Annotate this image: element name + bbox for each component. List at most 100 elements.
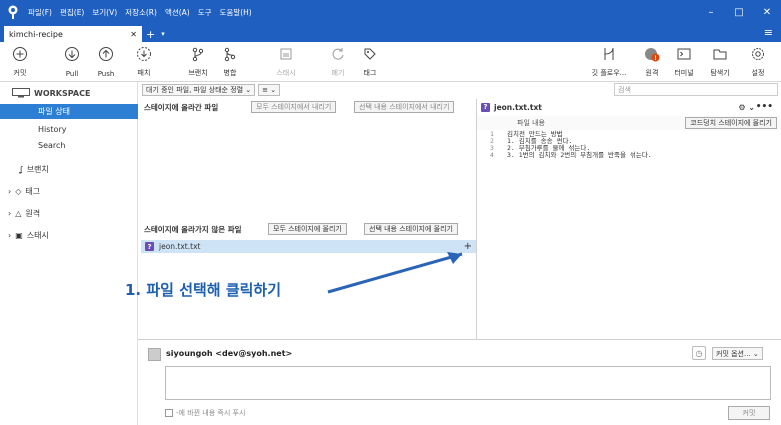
merge-icon — [224, 47, 236, 62]
unstage-all-button[interactable]: 모두 스테이지에서 내리기 — [251, 101, 337, 113]
push-button[interactable]: Push — [86, 46, 126, 78]
sidebar-item-file-status[interactable]: 파일 상태 — [0, 104, 138, 119]
push-checkbox[interactable] — [165, 409, 173, 417]
branch-icon: ʆ — [20, 165, 23, 174]
explorer-label: 탐색기 — [710, 69, 730, 77]
file-status-dropdown-label: 대기 중인 파일, 파일 상태순 정렬 — [146, 86, 244, 94]
annotation-text: 파일 선택해 클릭하기 — [146, 281, 282, 299]
sidebar-section-stashes[interactable]: › ▣ 스태시 — [8, 230, 49, 241]
hamburger-menu-icon[interactable]: ≡ — [764, 26, 773, 39]
workspace-label: WORKSPACE — [34, 88, 91, 98]
menu-help[interactable]: 도움말(H) — [220, 7, 252, 18]
file-status-dropdown[interactable]: 대기 중인 파일, 파일 상태순 정렬 ⌄ — [142, 84, 256, 96]
search-input[interactable]: 검색 — [614, 83, 778, 96]
svg-text:!: ! — [654, 55, 657, 62]
workspace-header[interactable]: WORKSPACE — [12, 88, 90, 98]
cloud-icon: △ — [15, 209, 22, 218]
filter-bar: 대기 중인 파일, 파일 상태순 정렬 ⌄ ≡ ⌄ — [138, 82, 478, 98]
diff-line: 4 3. 1번의 김치와 2번의 부침개를 반죽을 섞는다. — [477, 152, 781, 159]
new-tab-button[interactable]: + — [146, 28, 155, 41]
view-mode-label: ≡ — [262, 86, 269, 94]
commit-area: siyoungoh <dev@syoh.net> ◷ 커밋 옵션... ⌄ -에… — [138, 340, 781, 425]
stash-button[interactable]: 스태시 — [266, 46, 306, 78]
close-button[interactable]: ✕ — [753, 0, 781, 24]
commit-button[interactable]: 커밋 — [0, 46, 40, 78]
stashes-label: 스태시 — [26, 231, 49, 240]
fetch-label: 패치 — [137, 69, 151, 77]
menu-actions[interactable]: 액션(A) — [165, 7, 190, 18]
commit-label: 커밋 — [13, 69, 27, 77]
maximize-button[interactable]: □ — [725, 0, 753, 24]
terminal-label: 터미널 — [674, 69, 694, 77]
unstage-selected-button[interactable]: 선택 내용 스테이지에서 내리기 — [354, 101, 455, 113]
title-bar: 파일(F) 편집(E) 보기(V) 저장소(R) 액션(A) 도구 도움말(H)… — [0, 0, 781, 24]
hunk-label: 파일 내용 — [517, 119, 545, 127]
menu-view[interactable]: 보기(V) — [92, 7, 117, 18]
branch-icon — [192, 47, 204, 62]
settings-button[interactable]: 설정 — [738, 46, 778, 78]
diff-hunk-header: 파일 내용 코드덩치 스테이지에 올리기 — [477, 116, 781, 130]
more-options-icon[interactable]: ••• — [756, 102, 773, 112]
unstaged-file-row[interactable]: ? jeon.txt.txt + — [141, 240, 476, 253]
sourcetree-logo-icon — [6, 5, 20, 19]
menu-edit[interactable]: 편집(E) — [60, 7, 84, 18]
git-flow-button[interactable]: 깃 플로우... — [586, 46, 632, 78]
tag-icon — [364, 48, 376, 60]
view-mode-dropdown[interactable]: ≡ ⌄ — [258, 84, 281, 96]
stage-selected-button[interactable]: 선택 내용 스테이지에 올리기 — [364, 223, 458, 235]
folder-icon — [713, 49, 727, 60]
main-area: 대기 중인 파일, 파일 상태순 정렬 ⌄ ≡ ⌄ 검색 스테이지에 올라간 파… — [138, 82, 781, 425]
untracked-status-icon: ? — [145, 242, 154, 251]
stage-all-button[interactable]: 모두 스테이지에 올리기 — [268, 223, 347, 235]
window-controls: – □ ✕ — [697, 0, 781, 24]
tag-button[interactable]: 태그 — [350, 46, 390, 78]
menu-file[interactable]: 파일(F) — [28, 7, 52, 18]
sidebar-item-search[interactable]: Search — [0, 138, 138, 153]
sidebar-section-tags[interactable]: › ◇ 태그 — [8, 186, 40, 197]
menu-repository[interactable]: 저장소(R) — [125, 7, 157, 18]
line-number: 4 — [490, 151, 494, 159]
remotes-label: 원격 — [25, 209, 41, 218]
push-immediately-option[interactable]: -에 바뀐 내용 즉시 푸시 — [165, 408, 245, 418]
explorer-button[interactable]: 탐색기 — [700, 46, 740, 78]
merge-label: 병합 — [223, 69, 237, 77]
branches-label: 브랜치 — [26, 165, 49, 174]
gear-dropdown-icon[interactable]: ⚙ ⌄ — [738, 103, 755, 112]
pull-label: Pull — [65, 70, 79, 78]
monitor-icon — [12, 88, 30, 98]
merge-button[interactable]: 병합 — [210, 46, 250, 78]
sidebar-section-branches[interactable]: ʆ 브랜치 — [20, 164, 49, 175]
commit-options-dropdown[interactable]: 커밋 옵션... ⌄ — [712, 347, 763, 360]
line-text: 3. 1번의 김치와 2번의 부침개를 반죽을 섞는다. — [507, 151, 652, 159]
tutorial-annotation: 1. 파일 선택해 클릭하기 — [125, 279, 281, 300]
tab-bar: kimchi-recipe ✕ + ▾ ≡ — [0, 24, 781, 42]
commit-author: siyoungoh <dev@syoh.net> — [166, 349, 293, 358]
file-name: jeon.txt.txt — [159, 242, 201, 251]
menu-tools[interactable]: 도구 — [198, 7, 212, 18]
tag-icon: ◇ — [15, 187, 22, 196]
tags-label: 태그 — [25, 187, 41, 196]
commit-plus-icon — [13, 47, 27, 61]
diff-content: 1 김치전 만드는 방법 2 1. 김치를 송송 썬다. 3 2. 부침가루를 물에 … — [477, 131, 781, 159]
branch-label: 브랜치 — [188, 69, 208, 77]
sidebar-item-history[interactable]: History — [0, 122, 138, 137]
remote-globe-icon: ! — [645, 48, 660, 62]
diff-header: ? jeon.txt.txt ⚙ ⌄ ••• — [477, 99, 781, 115]
tab-kimchi-recipe[interactable]: kimchi-recipe ✕ — [4, 26, 142, 42]
tab-dropdown-icon[interactable]: ▾ — [161, 30, 165, 38]
sidebar-section-remotes[interactable]: › △ 원격 — [8, 208, 40, 219]
clock-icon[interactable]: ◷ — [692, 346, 706, 360]
git-flow-label: 깃 플로우... — [591, 69, 627, 77]
annotation-number: 1. — [125, 281, 142, 299]
stage-hunk-button[interactable]: 코드덩치 스테이지에 올리기 — [685, 117, 777, 129]
tab-close-icon[interactable]: ✕ — [130, 30, 137, 39]
staged-files-title: 스테이지에 올라간 파일 — [144, 102, 219, 112]
commit-submit-button[interactable]: 커밋 — [728, 406, 770, 420]
discard-icon — [332, 48, 344, 60]
pull-icon — [65, 47, 79, 61]
commit-message-input[interactable] — [165, 366, 771, 400]
stage-file-plus-icon[interactable]: + — [464, 241, 472, 252]
fetch-button[interactable]: 패치 — [124, 46, 164, 78]
minimize-button[interactable]: – — [697, 0, 725, 24]
terminal-button[interactable]: 터미널 — [664, 46, 704, 78]
